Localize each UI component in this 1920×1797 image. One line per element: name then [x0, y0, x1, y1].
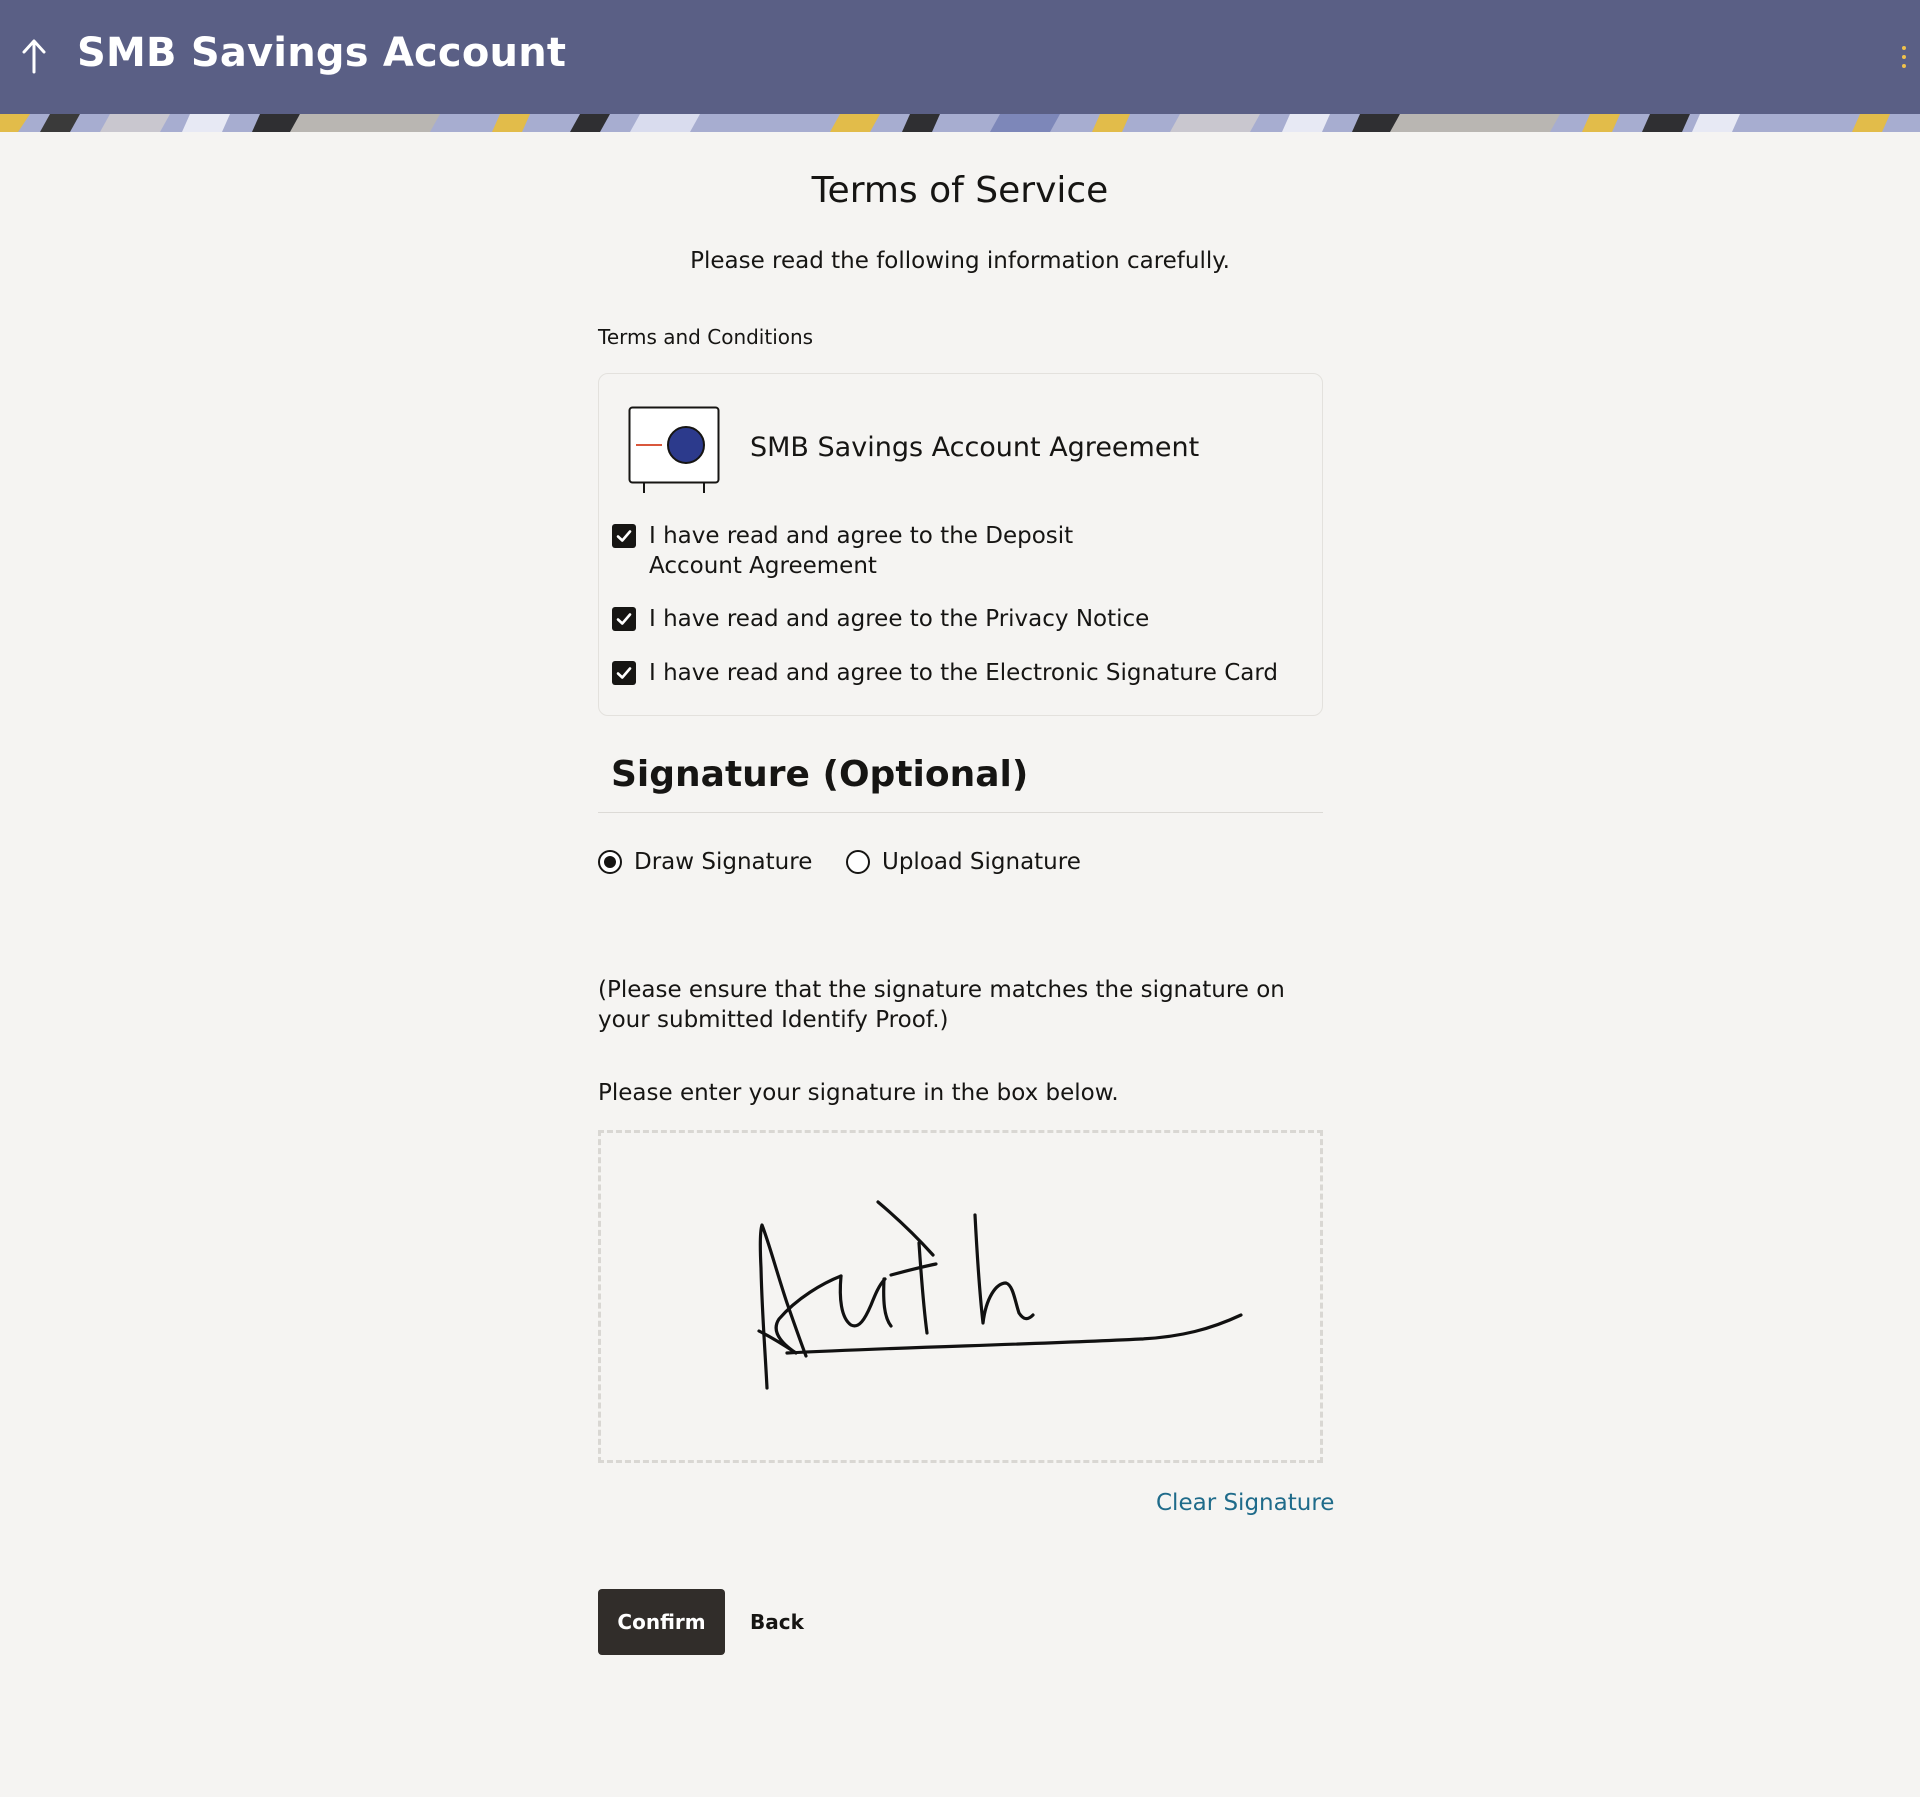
deposit-agreement-checkbox-row[interactable]: I have read and agree to the Deposit Acc… [612, 521, 1172, 581]
radio-unselected[interactable] [846, 850, 870, 874]
privacy-notice-label: I have read and agree to the Privacy Not… [649, 606, 1150, 632]
checkbox-checked[interactable] [612, 661, 636, 685]
up-arrow-icon[interactable] [20, 36, 48, 76]
confirm-button[interactable]: Confirm [598, 1589, 725, 1655]
upload-signature-option[interactable]: Upload Signature [846, 849, 1081, 875]
draw-signature-option[interactable]: Draw Signature [598, 849, 812, 875]
signature-prompt: Please enter your signature in the box b… [598, 1080, 1119, 1106]
clear-signature-link[interactable]: Clear Signature [1156, 1490, 1334, 1516]
page-intro: Please read the following information ca… [690, 248, 1230, 274]
signature-section-title: Signature (Optional) [611, 754, 1029, 795]
checkbox-checked[interactable] [612, 524, 636, 548]
terms-section-label: Terms and Conditions [598, 325, 814, 349]
radio-selected[interactable] [598, 850, 622, 874]
electronic-signature-checkbox-row[interactable]: I have read and agree to the Electronic … [612, 658, 1312, 688]
decorative-pattern-band [0, 114, 1920, 132]
app-title: SMB Savings Account [77, 30, 567, 76]
draw-signature-label: Draw Signature [634, 849, 813, 875]
checkbox-checked[interactable] [612, 607, 636, 631]
page-title: Terms of Service [811, 170, 1109, 211]
header-bar: SMB Savings Account [0, 0, 1920, 114]
back-button[interactable]: Back [750, 1589, 804, 1655]
section-divider [598, 812, 1323, 813]
electronic-signature-label: I have read and agree to the Electronic … [649, 660, 1278, 686]
kebab-menu-icon[interactable] [1900, 46, 1908, 70]
drawn-signature [757, 1200, 1243, 1390]
deposit-agreement-label: I have read and agree to the Deposit Acc… [649, 523, 1074, 579]
privacy-notice-checkbox-row[interactable]: I have read and agree to the Privacy Not… [612, 604, 1312, 634]
upload-signature-label: Upload Signature [882, 849, 1081, 875]
signature-note: (Please ensure that the signature matche… [598, 977, 1285, 1033]
document-icon [628, 406, 720, 494]
agreement-title: SMB Savings Account Agreement [750, 432, 1200, 463]
signature-pad[interactable] [598, 1130, 1323, 1463]
